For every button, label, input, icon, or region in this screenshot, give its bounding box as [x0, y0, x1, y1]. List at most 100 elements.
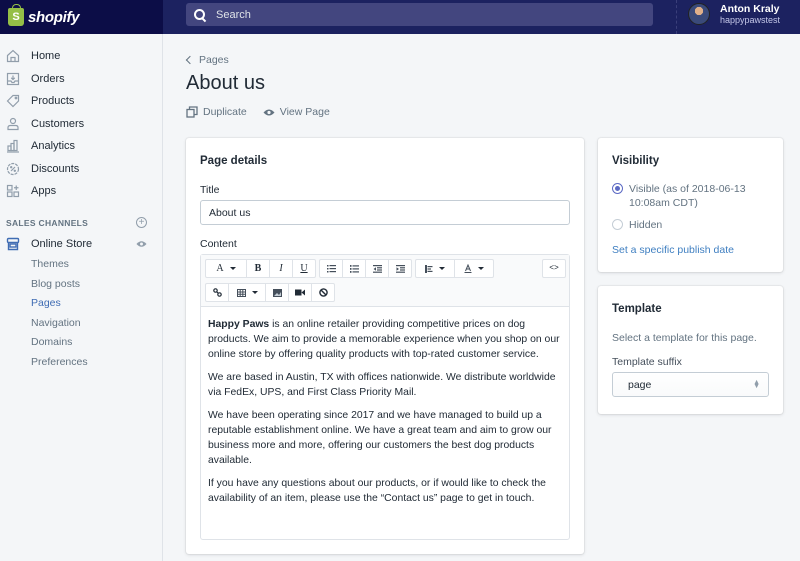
- hidden-radio[interactable]: [612, 219, 623, 230]
- sidebar-subitem-themes[interactable]: Themes: [0, 255, 162, 275]
- visibility-title: Visibility: [612, 155, 660, 167]
- sidebar-item-label: Customers: [31, 117, 85, 130]
- content-paragraph: We are based in Austin, TX with offices …: [208, 372, 556, 398]
- sidebar-subitem-navigation[interactable]: Navigation: [0, 313, 162, 333]
- topbar-divider: [676, 0, 677, 34]
- sidebar-subitem-domains[interactable]: Domains: [0, 333, 162, 353]
- indent-button[interactable]: [388, 259, 412, 278]
- italic-icon: I: [279, 263, 283, 274]
- caret-down-icon: [251, 291, 258, 294]
- table-icon: [236, 288, 246, 297]
- template-description: Select a template for this page.: [612, 332, 757, 344]
- sales-channels-header: SALES CHANNELS +: [0, 216, 162, 230]
- insert-link-button[interactable]: [205, 283, 229, 302]
- sidebar-item-label: Apps: [31, 185, 57, 198]
- template-card: Template Select a template for this page…: [598, 286, 783, 414]
- add-channel-icon[interactable]: +: [136, 217, 147, 228]
- outdent-button[interactable]: [365, 259, 389, 278]
- brand-area: S shopify: [0, 0, 163, 34]
- view-page-label: View Page: [279, 106, 330, 118]
- sidebar-item-label: Products: [31, 95, 75, 108]
- visible-label: Visible (as of 2018-06-13 10:08am CDT): [629, 183, 746, 209]
- outdent-icon: [372, 264, 382, 273]
- breadcrumb-pages[interactable]: Pages: [199, 54, 229, 66]
- search-icon: [194, 8, 206, 21]
- hidden-radio-option[interactable]: Hidden: [612, 218, 662, 232]
- breadcrumb[interactable]: Pages: [185, 54, 229, 66]
- duplicate-label: Duplicate: [203, 106, 247, 118]
- search-placeholder: Search: [216, 8, 251, 21]
- sidebar-item-online-store[interactable]: Online Store: [0, 233, 162, 255]
- rich-text-editor: A B I U <> Happy Paws is an online retai…: [200, 254, 570, 540]
- user-menu[interactable]: Anton Kraly happypawstest: [688, 3, 780, 25]
- sidebar-item-customers[interactable]: Customers: [0, 113, 162, 136]
- numbered-list-icon: [349, 264, 359, 273]
- apps-icon: [6, 184, 20, 198]
- bar-chart-icon: [6, 139, 20, 153]
- content-paragraph: Happy Paws is an online retailer providi…: [208, 317, 562, 362]
- sidebar-item-orders[interactable]: Orders: [0, 68, 162, 91]
- eye-icon: [263, 109, 275, 115]
- sidebar-item-label: Orders: [31, 72, 65, 85]
- sidebar-item-discounts[interactable]: Discounts: [0, 158, 162, 181]
- person-icon: [6, 117, 20, 131]
- set-publish-date-link[interactable]: Set a specific publish date: [612, 244, 734, 256]
- sidebar-item-label: Analytics: [31, 140, 76, 153]
- bullet-list-button[interactable]: [319, 259, 343, 278]
- view-page-button[interactable]: View Page: [263, 106, 330, 118]
- content-paragraph: We have been operating since 2017 and we…: [208, 410, 552, 466]
- align-button[interactable]: [415, 259, 455, 278]
- template-suffix-select[interactable]: page ▲ ▼: [612, 372, 769, 397]
- discount-icon: [6, 162, 20, 176]
- sidebar-item-home[interactable]: Home: [0, 45, 162, 68]
- bold-button[interactable]: B: [246, 259, 270, 278]
- online-store-icon: [6, 237, 20, 250]
- page-title: About us: [186, 72, 265, 94]
- brand-bold-text: Happy Paws: [208, 319, 270, 330]
- clear-formatting-icon: [318, 288, 328, 297]
- text-color-icon: [464, 264, 472, 273]
- font-style-button[interactable]: A: [205, 259, 247, 278]
- sidebar-item-label: Discounts: [31, 162, 80, 175]
- duplicate-button[interactable]: Duplicate: [186, 106, 247, 118]
- select-arrows-icon: ▲ ▼: [753, 378, 760, 390]
- source-code-button[interactable]: <>: [542, 259, 566, 278]
- content-paragraph: If you have any questions about our prod…: [208, 478, 546, 504]
- template-title: Template: [612, 303, 662, 315]
- insert-table-button[interactable]: [228, 283, 266, 302]
- sales-channels-title: SALES CHANNELS: [6, 217, 89, 228]
- eye-icon[interactable]: [136, 240, 147, 248]
- numbered-list-button[interactable]: [342, 259, 366, 278]
- chevron-left-icon: [185, 55, 195, 65]
- visible-radio-option[interactable]: Visible (as of 2018-06-13 10:08am CDT): [612, 182, 772, 210]
- brand-name[interactable]: shopify: [28, 9, 80, 26]
- caret-down-icon: [478, 267, 484, 270]
- sidebar-item-products[interactable]: Products: [0, 90, 162, 113]
- sidebar-item-analytics[interactable]: Analytics: [0, 135, 162, 158]
- insert-image-button[interactable]: [265, 283, 289, 302]
- text-color-button[interactable]: [454, 259, 494, 278]
- clear-formatting-button[interactable]: [311, 283, 335, 302]
- online-store-label: Online Store: [31, 237, 93, 250]
- video-icon: [295, 289, 305, 296]
- italic-button[interactable]: I: [269, 259, 293, 278]
- visible-radio[interactable]: [612, 183, 623, 194]
- top-bar: S shopify Search Anton Kraly happypawste…: [0, 0, 800, 34]
- sidebar-item-label: Home: [31, 50, 61, 63]
- insert-video-button[interactable]: [288, 283, 312, 302]
- title-input[interactable]: About us: [200, 200, 570, 225]
- link-icon: [212, 288, 222, 297]
- sidebar-subitem-blog-posts[interactable]: Blog posts: [0, 274, 162, 294]
- shopify-logo-icon[interactable]: S: [8, 4, 24, 26]
- duplicate-icon: [186, 106, 198, 118]
- sidebar-item-apps[interactable]: Apps: [0, 180, 162, 203]
- title-label: Title: [200, 184, 220, 196]
- sidebar-subitem-pages[interactable]: Pages: [0, 294, 162, 314]
- hidden-label: Hidden: [629, 219, 663, 231]
- sidebar-subitem-preferences[interactable]: Preferences: [0, 352, 162, 372]
- underline-button[interactable]: U: [292, 259, 316, 278]
- avatar: [688, 3, 710, 25]
- editor-content[interactable]: Happy Paws is an online retailer providi…: [201, 307, 569, 524]
- search-input[interactable]: Search: [186, 3, 653, 26]
- editor-toolbar: A B I U <>: [201, 255, 569, 307]
